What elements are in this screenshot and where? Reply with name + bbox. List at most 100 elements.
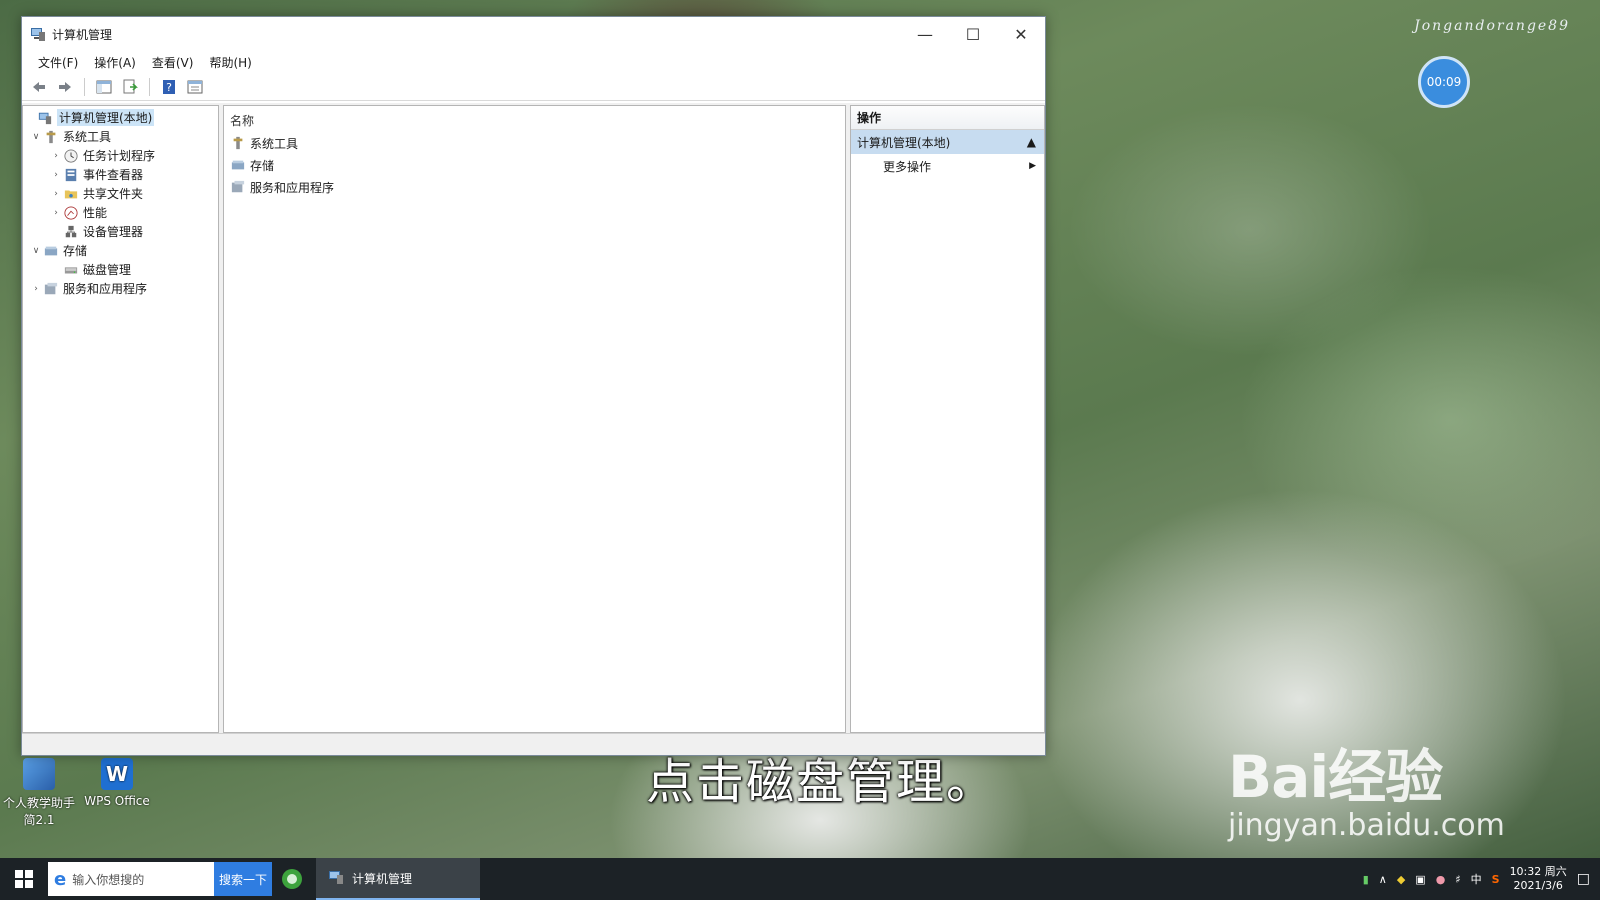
svg-text:?: ? <box>166 81 172 94</box>
taskbar-search-input[interactable]: e 输入你想搜的 <box>48 862 214 896</box>
system-tray: ▮ ∧ ◆ ▣ ● ♯ 中 S 10:32 周六 2021/3/6 □ <box>1363 858 1600 900</box>
list-item-storage[interactable]: 存储 <box>230 154 839 176</box>
tree-item-system-tools[interactable]: ∨ 系统工具 <box>23 127 218 146</box>
battery-icon[interactable]: ▮ <box>1363 873 1369 886</box>
start-button[interactable] <box>0 858 48 900</box>
event-viewer-icon <box>63 167 79 183</box>
desktop-icon-wps[interactable]: W WPS Office <box>78 758 156 808</box>
taskbar-app-browser[interactable] <box>272 858 312 900</box>
services-icon <box>230 179 246 195</box>
storage-icon <box>43 243 59 259</box>
expand-arrow-icon[interactable]: › <box>29 284 43 294</box>
menu-bar: 文件(F) 操作(A) 查看(V) 帮助(H) <box>22 51 1045 73</box>
computer-management-icon <box>30 26 46 42</box>
menu-action[interactable]: 操作(A) <box>86 54 144 71</box>
list-item-label: 服务和应用程序 <box>250 180 335 195</box>
app-tray-icon[interactable]: ● <box>1436 873 1446 886</box>
browser-icon <box>282 869 302 889</box>
task-label: 计算机管理 <box>352 871 413 886</box>
tree-item-device-manager[interactable]: 设备管理器 <box>23 222 218 241</box>
tree-item-label: 系统工具 <box>63 130 112 144</box>
volume-icon[interactable]: ♯ <box>1455 873 1460 886</box>
main-panes: 计算机管理(本地) ∨ 系统工具 › 任务计划程序 › 事件查看器 › 共享文件… <box>22 103 1045 733</box>
export-list-button[interactable] <box>119 76 141 98</box>
properties-button[interactable] <box>184 76 206 98</box>
column-header-name[interactable]: 名称 <box>230 112 839 132</box>
desktop-icon-label: 个人教学助手 <box>2 796 75 810</box>
network-icon[interactable]: ▣ <box>1415 873 1425 886</box>
expand-arrow-icon[interactable]: › <box>49 151 63 161</box>
tree-item-label: 计算机管理(本地) <box>57 109 155 126</box>
tree-item-shared-folders[interactable]: › 共享文件夹 <box>23 184 218 203</box>
expand-arrow-icon[interactable]: › <box>49 170 63 180</box>
clock-time: 10:32 周六 <box>1509 865 1567 878</box>
forward-button[interactable] <box>54 76 76 98</box>
search-button[interactable]: 搜索一下 <box>214 862 272 896</box>
expand-arrow-icon[interactable]: › <box>49 189 63 199</box>
tree-item-event-viewer[interactable]: › 事件查看器 <box>23 165 218 184</box>
wps-icon: W <box>101 758 133 790</box>
security-icon[interactable]: ◆ <box>1397 873 1405 886</box>
clock[interactable]: 10:32 周六 2021/3/6 <box>1510 865 1567 893</box>
more-actions-label: 更多操作 <box>883 159 932 174</box>
video-watermark: Jongandorange89 <box>1414 18 1570 34</box>
actions-section-computer-management[interactable]: 计算机管理(本地) ▲ <box>851 130 1044 154</box>
clock-icon <box>63 148 79 164</box>
system-tools-icon <box>43 129 59 145</box>
taskbar-task-computer-management[interactable]: 计算机管理 <box>316 858 480 900</box>
title-bar[interactable]: 计算机管理 — ☐ ✕ <box>22 17 1045 51</box>
more-actions-item[interactable]: 更多操作 ▶ <box>851 154 1044 178</box>
tree-item-services-apps[interactable]: › 服务和应用程序 <box>23 279 218 298</box>
details-pane: 名称 系统工具 存储 服务和应用程序 <box>223 105 846 733</box>
desktop-icon-label: WPS Office <box>84 794 150 808</box>
list-item-system-tools[interactable]: 系统工具 <box>230 132 839 154</box>
tree-item-root[interactable]: 计算机管理(本地) <box>23 108 218 127</box>
disk-icon <box>63 262 79 278</box>
performance-icon <box>63 205 79 221</box>
collapse-arrow-icon[interactable]: ∨ <box>29 132 43 142</box>
list-item-label: 存储 <box>250 158 275 173</box>
help-button[interactable]: ? <box>158 76 180 98</box>
back-button[interactable] <box>28 76 50 98</box>
list-item-services-apps[interactable]: 服务和应用程序 <box>230 176 839 198</box>
desktop-icon-teaching-assistant[interactable]: 个人教学助手 简2.1 <box>0 758 78 828</box>
tree-item-task-scheduler[interactable]: › 任务计划程序 <box>23 146 218 165</box>
system-tools-icon <box>230 135 246 151</box>
chevron-up-icon[interactable]: ∧ <box>1379 873 1387 886</box>
device-manager-icon <box>63 224 79 240</box>
menu-help[interactable]: 帮助(H) <box>201 54 259 71</box>
back-arrow-icon <box>33 81 45 92</box>
help-icon: ? <box>163 79 175 94</box>
collapse-triangle-icon[interactable]: ▲ <box>1027 135 1036 149</box>
console-tree-icon <box>96 80 112 93</box>
search-placeholder: 输入你想搜的 <box>72 872 145 887</box>
computer-management-icon <box>37 110 53 126</box>
tree-item-performance[interactable]: › 性能 <box>23 203 218 222</box>
minimize-button[interactable]: — <box>901 17 949 51</box>
close-button[interactable]: ✕ <box>997 17 1045 51</box>
baidu-logo: Bai经验 <box>1228 743 1443 811</box>
submenu-arrow-icon: ▶ <box>1029 161 1036 171</box>
storage-icon <box>230 157 246 173</box>
windows-logo-icon <box>15 870 33 888</box>
menu-file[interactable]: 文件(F) <box>30 54 86 71</box>
show-hide-tree-button[interactable] <box>93 76 115 98</box>
computer-management-window: 计算机管理 — ☐ ✕ 文件(F) 操作(A) 查看(V) 帮助(H) ? 计算… <box>21 16 1046 756</box>
tree-item-label: 设备管理器 <box>83 225 144 239</box>
toolbar: ? <box>22 73 1045 101</box>
menu-view[interactable]: 查看(V) <box>144 54 202 71</box>
ime-indicator[interactable]: 中 <box>1471 871 1482 887</box>
tree-item-disk-management[interactable]: 磁盘管理 <box>23 260 218 279</box>
notification-icon[interactable]: □ <box>1577 871 1590 887</box>
collapse-arrow-icon[interactable]: ∨ <box>29 246 43 256</box>
status-bar <box>22 733 1045 755</box>
forward-arrow-icon <box>59 81 71 92</box>
ie-icon: e <box>54 868 67 890</box>
console-tree: 计算机管理(本地) ∨ 系统工具 › 任务计划程序 › 事件查看器 › 共享文件… <box>22 105 219 733</box>
services-icon <box>43 281 59 297</box>
maximize-button[interactable]: ☐ <box>949 17 997 51</box>
tree-item-label: 服务和应用程序 <box>63 282 148 296</box>
expand-arrow-icon[interactable]: › <box>49 208 63 218</box>
sogou-icon[interactable]: S <box>1492 873 1500 886</box>
tree-item-storage[interactable]: ∨ 存储 <box>23 241 218 260</box>
